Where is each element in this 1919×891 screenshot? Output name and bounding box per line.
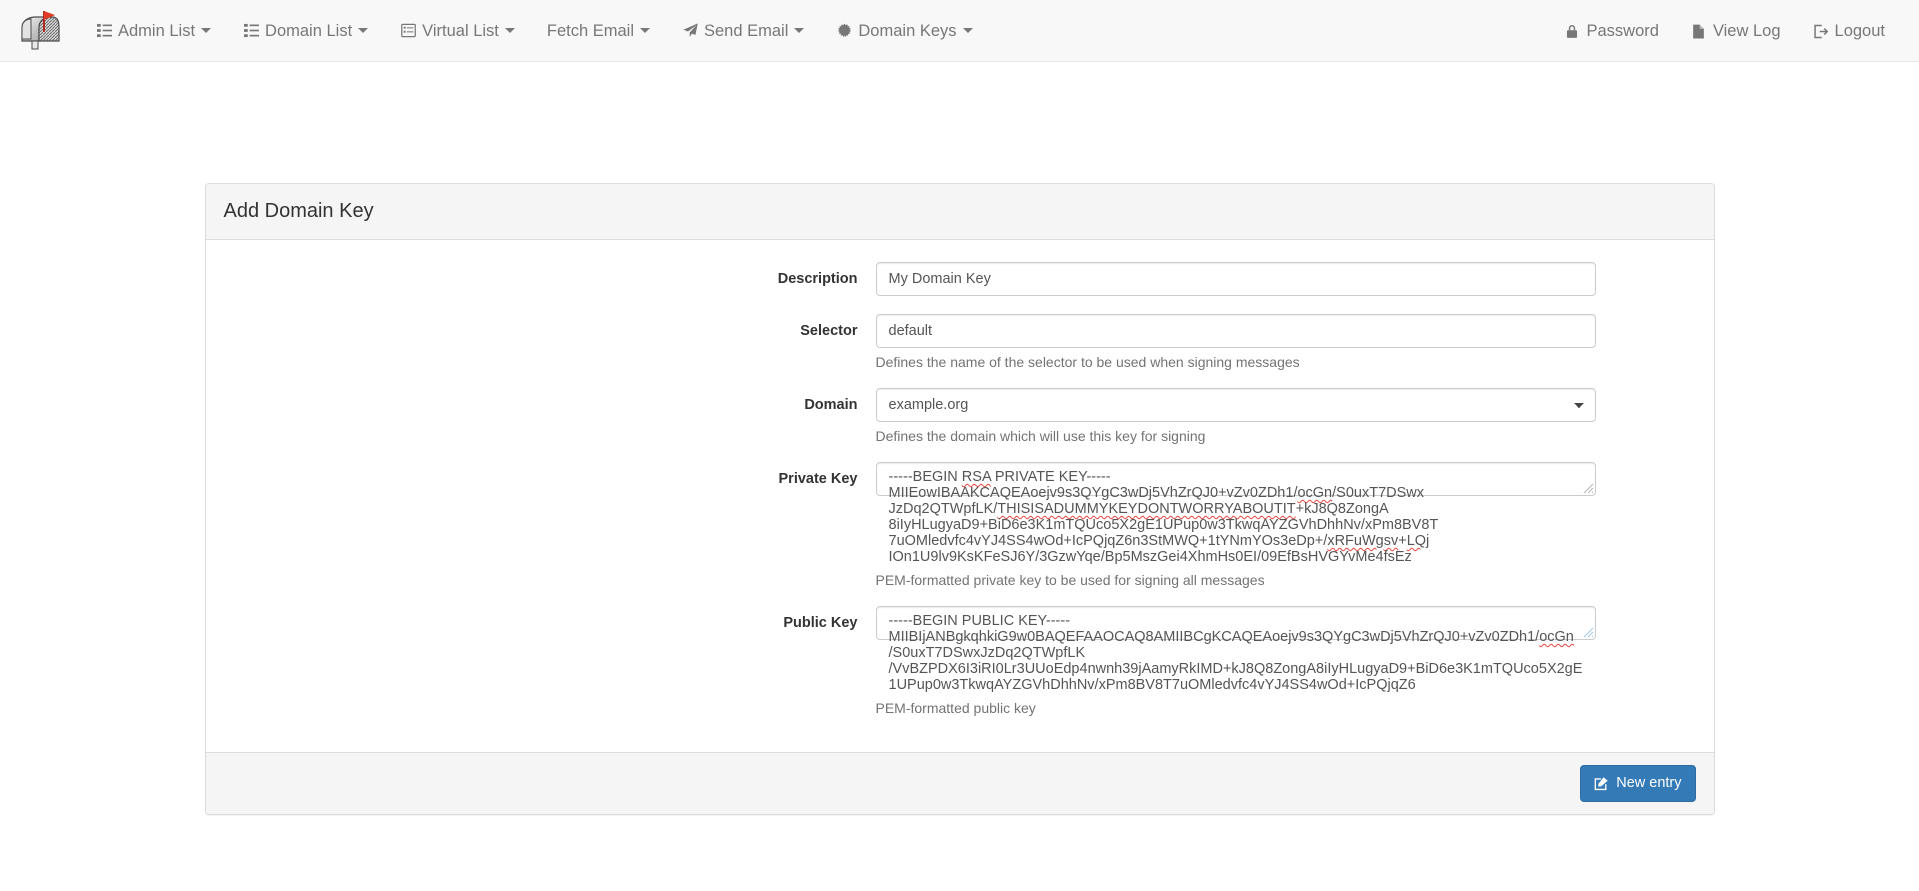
navbar-right-menu: Password View Log Logout [1548, 0, 1901, 62]
panel-heading: Add Domain Key [205, 184, 1714, 240]
chevron-down-icon [201, 28, 212, 33]
chevron-down-icon [640, 28, 650, 33]
nav-item-label: Logout [1834, 22, 1885, 40]
form-group-selector: Selector Defines the name of the selecto… [224, 314, 1696, 370]
page-content: Add Domain Key Description Selector Defi… [0, 62, 1919, 815]
gear-icon [836, 23, 852, 39]
public-key-label: Public Key [783, 615, 858, 631]
nav-item-label: Admin List [118, 21, 196, 40]
private-key-help-text: PEM-formatted private key to be used for… [875, 572, 1265, 588]
nav-item-domain-list[interactable]: Domain List [227, 11, 384, 51]
nav-item-logout[interactable]: Logout [1797, 11, 1901, 51]
page-title: Add Domain Key [223, 200, 374, 222]
new-entry-button[interactable]: New entry [1580, 765, 1696, 802]
selector-label: Selector [800, 323, 858, 339]
nav-item-label: Domain Keys [858, 21, 957, 40]
pencil-square-icon [1594, 776, 1609, 791]
form-group-private-key: Private Key -----BEGIN RSA PRIVATE KEY--… [224, 462, 1696, 588]
nav-item-label: Virtual List [422, 21, 499, 40]
private-key-textarea-wrapper: -----BEGIN RSA PRIVATE KEY----- MIIEowIB… [875, 462, 1596, 565]
nav-item-label: Fetch Email [546, 21, 634, 40]
private-key-label: Private Key [778, 471, 858, 487]
nav-item-view-log[interactable]: View Log [1675, 11, 1797, 51]
brand-logo[interactable] [10, 5, 68, 57]
panel-body: Description Selector Defines the name of… [206, 240, 1714, 752]
private-key-textarea[interactable]: -----BEGIN RSA PRIVATE KEY----- MIIEowIB… [875, 462, 1596, 565]
list-icon [243, 23, 259, 39]
panel-footer: New entry [205, 752, 1714, 814]
add-domain-key-panel: Add Domain Key Description Selector Defi… [204, 183, 1715, 815]
nav-item-domain-keys[interactable]: Domain Keys [820, 11, 988, 51]
mailbox-logo-icon [21, 10, 60, 49]
selector-help-text: Defines the name of the selector to be u… [875, 354, 1300, 370]
chevron-down-icon [358, 28, 369, 33]
domain-select[interactable]: example.org [875, 388, 1596, 422]
domain-help-text: Defines the domain which will use this k… [875, 428, 1206, 444]
nav-item-label: Send Email [704, 21, 789, 40]
nav-item-admin-list[interactable]: Admin List [80, 11, 227, 51]
nav-item-label: Password [1586, 22, 1659, 40]
form-group-description: Description [224, 262, 1696, 296]
sign-out-icon [1813, 23, 1829, 39]
form-group-domain: Domain example.org Defines the domain wh… [224, 388, 1696, 444]
paper-plane-icon [682, 23, 698, 39]
list-icon [96, 23, 112, 39]
selector-input[interactable] [875, 314, 1596, 348]
list-alt-icon [400, 23, 416, 39]
public-key-textarea-wrapper: -----BEGIN PUBLIC KEY----- MIIBIjANBgkqh… [875, 606, 1596, 693]
nav-item-fetch-email[interactable]: Fetch Email [531, 11, 666, 51]
top-navbar: Admin List Domain List Virtual List Fetc… [0, 0, 1919, 62]
nav-item-send-email[interactable]: Send Email [666, 11, 820, 51]
new-entry-label: New entry [1616, 775, 1682, 791]
description-input[interactable] [875, 262, 1596, 296]
file-icon [1691, 23, 1707, 39]
domain-label: Domain [804, 397, 858, 413]
chevron-down-icon [962, 28, 973, 33]
description-label: Description [777, 271, 858, 287]
nav-item-virtual-list[interactable]: Virtual List [384, 11, 531, 51]
chevron-down-icon [504, 28, 515, 33]
navbar-left-menu: Admin List Domain List Virtual List Fetc… [80, 11, 989, 51]
nav-item-label: View Log [1712, 22, 1781, 40]
chevron-down-icon [794, 28, 805, 33]
public-key-help-text: PEM-formatted public key [875, 700, 1036, 716]
nav-item-label: Domain List [265, 21, 353, 40]
public-key-textarea[interactable]: -----BEGIN PUBLIC KEY----- MIIBIjANBgkqh… [875, 606, 1596, 693]
nav-item-password[interactable]: Password [1548, 11, 1674, 51]
lock-icon [1564, 23, 1580, 39]
form-group-public-key: Public Key -----BEGIN PUBLIC KEY----- MI… [224, 606, 1696, 716]
